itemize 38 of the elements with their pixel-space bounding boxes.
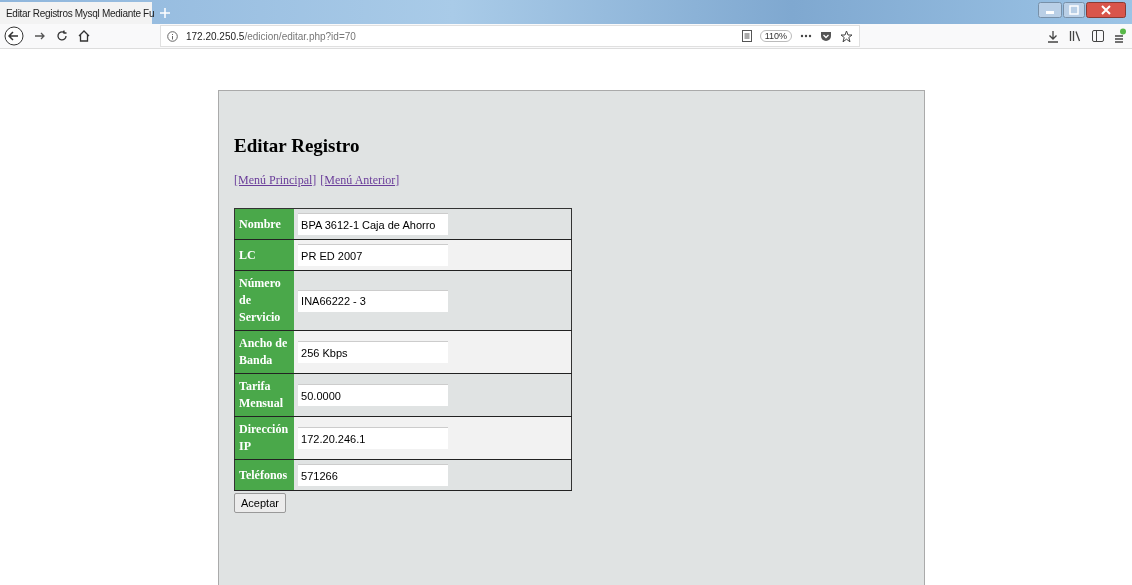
sidebar-icon[interactable] (1092, 30, 1104, 42)
input-field[interactable]: INA66222 - 3 (298, 289, 449, 312)
reload-icon[interactable] (56, 30, 68, 42)
more-icon[interactable] (800, 34, 812, 38)
accept-button[interactable]: Aceptar (234, 493, 286, 513)
url-text: 172.20.250.5/edicion/editar.php?id=70 (186, 30, 356, 42)
reader-view-icon[interactable] (741, 30, 752, 42)
minimize-icon[interactable] (1038, 2, 1062, 18)
star-icon[interactable] (840, 29, 853, 43)
menu-link[interactable]: [Menú Anterior] (320, 173, 400, 188)
field-label: Tarifa Mensual (234, 373, 295, 417)
download-icon[interactable] (1047, 29, 1059, 43)
field-label: Dirección IP (234, 416, 295, 460)
input-field[interactable]: 571266 (298, 464, 449, 486)
page-heading: Editar Registro (234, 135, 361, 157)
menu-link[interactable]: [Menú Principal] (234, 173, 317, 188)
library-icon[interactable] (1069, 30, 1082, 42)
field-label: Nombre (234, 208, 295, 240)
input-field[interactable]: PR ED 2007 (298, 244, 449, 266)
input-field[interactable]: BPA 3612-1 Caja de Ahorro (298, 213, 449, 235)
field-label: Teléfonos (234, 459, 295, 491)
pocket-icon[interactable] (820, 30, 832, 42)
field-label: Ancho de Banda (234, 330, 295, 374)
info-icon (167, 30, 178, 42)
maximize-icon[interactable] (1063, 2, 1085, 18)
close-icon[interactable] (1086, 2, 1126, 18)
back-icon[interactable] (4, 26, 24, 46)
field-label: LC (234, 239, 295, 271)
input-field[interactable]: 256 Kbps (298, 341, 449, 363)
menu-icon[interactable] (1114, 28, 1126, 44)
input-field[interactable]: 172.20.246.1 (298, 427, 449, 449)
field-label: Número de Servicio (234, 270, 295, 331)
home-icon[interactable] (78, 30, 90, 42)
address-bar[interactable]: 172.20.250.5/edicion/editar.php?id=70 110% (160, 25, 860, 47)
forward-icon[interactable] (34, 30, 46, 42)
input-field[interactable]: 50.0000 (298, 384, 449, 406)
tab-title: Editar Registros Mysql Mediante Fu (6, 7, 155, 19)
browser-tab[interactable]: Editar Registros Mysql Mediante Fu (0, 2, 152, 24)
